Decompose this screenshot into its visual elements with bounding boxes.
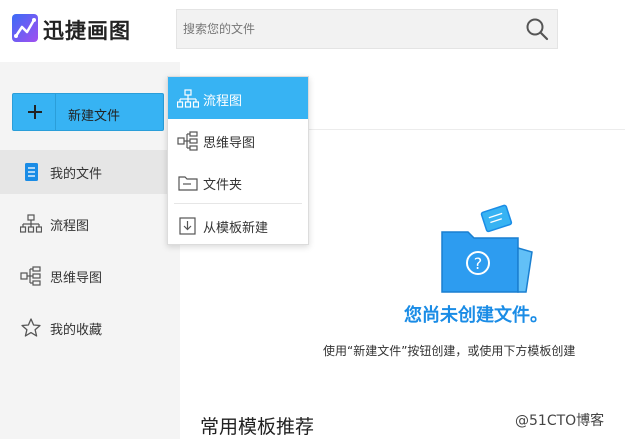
button-divider [55,94,56,130]
flowchart-icon [177,89,199,108]
sidebar-item-label: 我的文件 [50,167,103,182]
sidebar-item-my-files[interactable]: 我的文件 [0,150,180,194]
empty-state-description: 使用“新建文件”按钮创建，或使用下方模板创建 [323,344,576,358]
sidebar-item-label: 我的收藏 [50,323,103,338]
new-file-button[interactable]: 新建文件 [12,93,164,131]
empty-folder-icon: ? [441,204,533,293]
menu-item-mindmap[interactable]: 思维导图 [168,119,308,161]
search-icon[interactable] [525,17,549,41]
menu-item-label: 从模板新建 [203,221,269,236]
app-header: 迅捷画图 [0,0,625,62]
svg-text:?: ? [474,254,483,273]
menu-item-folder[interactable]: 文件夹 [168,161,308,203]
sidebar-item-favorites[interactable]: 我的收藏 [0,306,180,350]
app-logo-icon [12,14,38,42]
search-input[interactable] [177,10,517,48]
sidebar-item-label: 流程图 [50,219,90,234]
sidebar-item-mindmap[interactable]: 思维导图 [0,254,180,298]
new-file-dropdown: 流程图 思维导图 文件夹 从模板新建 [167,76,309,245]
flowchart-icon [20,214,42,233]
star-icon [21,318,41,337]
menu-item-flowchart[interactable]: 流程图 [168,77,308,119]
app-title: 迅捷画图 [43,19,131,43]
mindmap-icon [20,266,41,286]
sidebar: 新建文件 我的文件 流程图 思维导图 我的收藏 [0,62,180,439]
template-icon [179,217,196,235]
search-box [176,9,558,49]
plus-icon [28,105,42,119]
sidebar-item-flowchart[interactable]: 流程图 [0,202,180,246]
document-icon [25,163,38,181]
sidebar-item-label: 思维导图 [50,271,103,286]
empty-state-title: 您尚未创建文件。 [404,305,548,326]
menu-item-label: 流程图 [203,94,243,109]
templates-section-title: 常用模板推荐 [200,416,315,438]
watermark: @51CTO博客 [515,413,605,429]
menu-item-label: 思维导图 [203,136,256,151]
menu-item-label: 文件夹 [203,178,243,193]
folder-icon [178,176,198,191]
new-file-label: 新建文件 [68,109,121,124]
menu-item-from-template[interactable]: 从模板新建 [168,204,308,246]
mindmap-icon [177,131,198,151]
